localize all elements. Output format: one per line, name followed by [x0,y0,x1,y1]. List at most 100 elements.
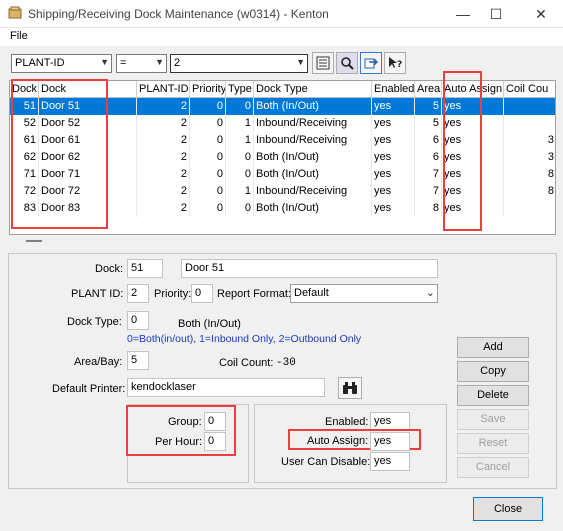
column-header-plant-id[interactable]: PLANT-ID [137,81,190,98]
filter-value-input[interactable]: 2 ▼ [170,54,308,73]
cell-coil [504,115,555,132]
cell-dock-type: Both (In/Out) [254,200,372,217]
column-header-priority[interactable]: Priority [190,81,226,98]
cell-enabled: yes [372,149,415,166]
cell-priority: 0 [190,183,226,200]
column-header-enabled[interactable]: Enabled [372,81,415,98]
cell-type: 1 [226,115,254,132]
cell-type: 1 [226,183,254,200]
cell-dock-type: Inbound/Receiving [254,132,372,149]
priority-label: Priority: [154,288,192,300]
column-header-type[interactable]: Type [226,81,254,98]
grid-horizontal-scrollbar[interactable] [9,235,556,247]
area-bay-label: Area/Bay: [74,356,123,368]
browse-printer-button[interactable] [338,377,362,399]
priority-field[interactable]: 0 [191,284,213,303]
cell-plant: 2 [137,149,190,166]
search-icon [341,57,354,70]
column-header-area[interactable]: Area [415,81,442,98]
cell-dock-type: Inbound/Receiving [254,115,372,132]
refresh-button[interactable] [360,52,382,74]
save-button[interactable]: Save [457,409,529,430]
cell-priority: 0 [190,149,226,166]
dock-type-field[interactable]: 0 [127,311,149,330]
chevron-down-icon: ▼ [100,57,109,67]
add-button[interactable]: Add [457,337,529,358]
cell-area: 7 [415,166,442,183]
report-format-select[interactable]: Default ⌄ [290,284,438,303]
cell-dock-type: Both (In/Out) [254,149,372,166]
cell-area: 5 [415,115,442,132]
copy-button[interactable]: Copy [457,361,529,382]
dock-label: Dock: [95,263,124,275]
menu-file[interactable]: File [10,30,28,42]
group-field[interactable]: 0 [204,412,226,431]
cell-priority: 0 [190,132,226,149]
area-bay-field[interactable]: 5 [127,351,149,370]
filter-operator-value: = [120,57,127,69]
help-button[interactable]: ? [384,52,406,74]
per-hour-field[interactable]: 0 [204,432,226,451]
cell-coil: 3 [504,149,555,166]
cell-plant: 2 [137,98,190,115]
cell-priority: 0 [190,200,226,217]
close-button[interactable]: Close [473,497,543,521]
group-label: Group: [168,416,202,428]
column-header-coil-count[interactable]: Coil Cou [504,81,555,98]
search-button[interactable] [336,52,358,74]
list-button[interactable] [312,52,334,74]
cell-enabled: yes [372,115,415,132]
refresh-icon [364,58,378,69]
delete-button[interactable]: Delete [457,385,529,406]
filter-field-select[interactable]: PLANT-ID ▼ [11,54,112,73]
cell-priority: 0 [190,115,226,132]
cell-enabled: yes [372,166,415,183]
chevron-down-icon: ⌄ [425,287,435,299]
cell-coil [504,98,555,115]
filter-value-text: 2 [174,57,181,69]
close-window-button[interactable]: ✕ [521,0,561,28]
filter-field-value: PLANT-ID [15,57,65,69]
coil-count-value: -30 [276,357,296,369]
list-icon [316,56,330,70]
dock-number-field[interactable]: 51 [127,259,163,278]
report-format-value: Default [294,287,329,299]
cell-enabled: yes [372,200,415,217]
cell-coil: 3 [504,132,555,149]
help-icon: ? [389,57,402,70]
annotation-box-auto-assign-column [443,71,482,231]
default-printer-label: Default Printer: [52,383,126,395]
svg-text:?: ? [397,60,402,70]
cell-plant: 2 [137,132,190,149]
default-printer-field[interactable]: kendocklaser [127,378,325,397]
cell-area: 6 [415,149,442,166]
cell-priority: 0 [190,98,226,115]
cell-plant: 2 [137,183,190,200]
cell-plant: 2 [137,115,190,132]
dock-name-field[interactable]: Door 51 [181,259,438,278]
filter-operator-select[interactable]: = ▼ [116,54,167,73]
dock-type-description: Both (In/Out) [178,318,241,330]
cell-enabled: yes [372,183,415,200]
reset-button[interactable]: Reset [457,433,529,454]
coil-count-label: Coil Count: [219,357,274,369]
column-header-dock-type[interactable]: Dock Type [254,81,372,98]
cell-area: 5 [415,98,442,115]
maximize-button[interactable]: ☐ [476,0,516,28]
cell-area: 8 [415,200,442,217]
cell-plant: 2 [137,166,190,183]
cell-type: 0 [226,166,254,183]
auto-assign-label: Auto Assign: [307,435,369,447]
cell-type: 0 [226,200,254,217]
user-can-disable-field[interactable]: yes [370,452,410,471]
cell-priority: 0 [190,166,226,183]
window-title: Shipping/Receiving Dock Maintenance (w03… [28,7,329,21]
app-icon [8,6,22,19]
cancel-button[interactable]: Cancel [457,457,529,478]
report-format-label: Report Format: [217,288,291,300]
plant-id-field[interactable]: 2 [127,284,149,303]
cell-dock-type: Inbound/Receiving [254,183,372,200]
dock-type-label: Dock Type: [67,316,122,328]
auto-assign-field[interactable]: yes [370,432,410,451]
cell-dock-type: Both (In/Out) [254,98,372,115]
